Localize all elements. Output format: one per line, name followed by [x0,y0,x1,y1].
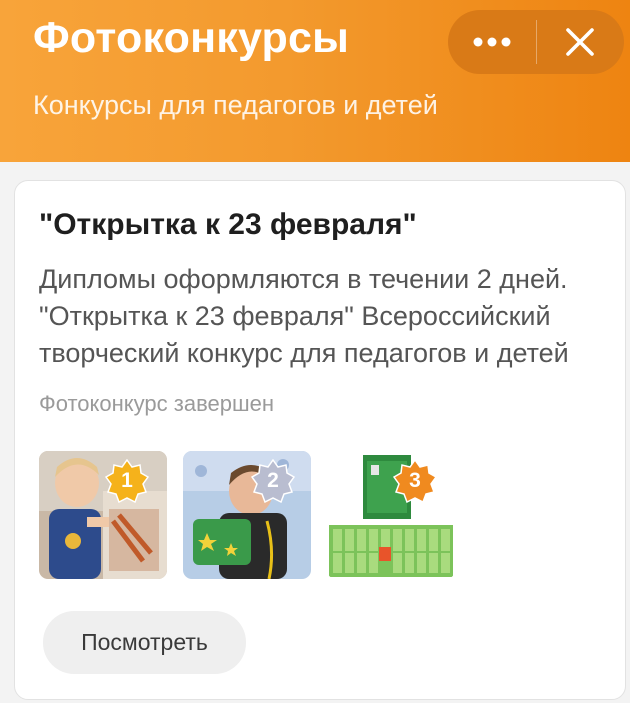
app-header: Фотоконкурсы Конкурсы для педагогов и де… [0,0,630,162]
place-number-1: 1 [121,469,133,492]
more-horizontal-icon [473,37,511,47]
contest-status: Фотоконкурс завершен [39,391,275,416]
page-subtitle: Конкурсы для педагогов и детей [33,90,438,120]
winner-photo-1[interactable]: 1 [39,451,167,579]
close-button[interactable] [537,10,625,74]
contest-description: Дипломы оформляются в течении 2 дней. "О… [39,264,569,368]
place-badge-1: 1 [104,458,150,504]
close-icon [566,28,595,56]
header-actions [448,10,624,74]
winner-photo-2[interactable]: 2 [183,451,311,579]
place-number-2: 2 [267,469,279,492]
place-badge-2: 2 [250,458,296,504]
winner-photo-3[interactable]: 3 [327,451,455,579]
place-number-3: 3 [409,469,421,492]
more-button[interactable] [448,10,536,74]
contest-card[interactable]: "Открытка к 23 февраля" Дипломы оформляю… [14,180,626,700]
view-button[interactable]: Посмотреть [43,611,246,674]
place-badge-3: 3 [392,458,438,504]
contest-title[interactable]: "Открытка к 23 февраля" [39,208,417,242]
page-title: Фотоконкурсы [33,14,350,62]
